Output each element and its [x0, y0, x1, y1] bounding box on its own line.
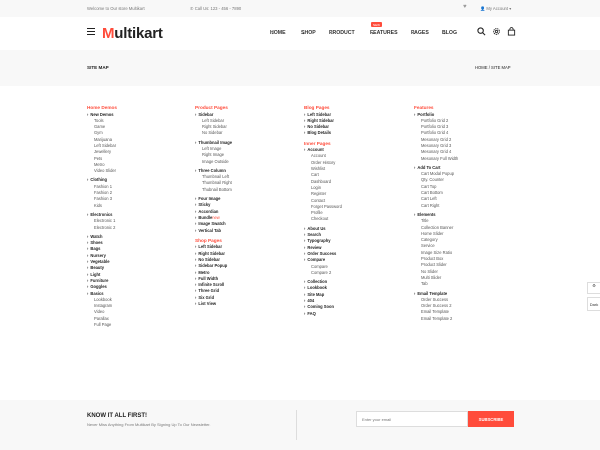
subscribe-button[interactable]: SUBSCRIBE: [468, 411, 514, 427]
phone-text: ✆ Call Us: 123 - 456 - 7890: [190, 6, 242, 11]
search-icon[interactable]: [476, 27, 486, 37]
sitemap-sublink[interactable]: Collection Banner: [414, 225, 458, 231]
breadcrumb: SITE MAP HOME / SITE MAP: [0, 50, 600, 86]
sitemap-link[interactable]: New Demos: [87, 112, 117, 118]
page-title: SITE MAP: [87, 65, 109, 70]
sitemap-column: Product PagesSidebarLeft SidebarRight Si…: [195, 104, 232, 310]
welcome-text: Welcome to Our store Multikart: [87, 6, 145, 11]
breadcrumb-path[interactable]: HOME / SITE MAP: [475, 65, 511, 70]
section-heading: Features: [414, 105, 434, 110]
logo[interactable]: Multikart: [102, 25, 163, 42]
section-heading: Home Demos: [87, 105, 117, 110]
new-badge: NEW: [371, 22, 382, 27]
dark-mode-toggle[interactable]: Dark: [587, 297, 600, 311]
section-heading: Product Pages: [195, 105, 228, 110]
divider: [296, 410, 297, 440]
newsletter-section: KNOW IT ALL FIRST! Never Miss Anything F…: [0, 400, 600, 450]
newsletter-subtitle: Never Miss Anything From Multikart By Si…: [87, 422, 211, 427]
sitemap-column: FeaturesPortfolioPortfolio Grid 2Portfol…: [414, 104, 458, 328]
section-heading: Blog Pages: [304, 105, 330, 110]
my-account-link[interactable]: 👤 My Account ▾: [480, 6, 511, 12]
section-heading: Inner Pages: [304, 140, 331, 146]
cart-icon[interactable]: [506, 27, 516, 37]
sitemap-sublink[interactable]: Mesonary Full Width: [414, 156, 458, 162]
settings-gear-icon[interactable]: [491, 27, 501, 37]
sitemap-column: Blog PagesLeft SidebarRight SidebarNo Si…: [304, 104, 342, 320]
section-heading: Shop Pages: [195, 237, 222, 243]
new-label: new: [212, 214, 220, 220]
menu-hamburger-icon[interactable]: [87, 28, 95, 36]
wishlist-heart-icon[interactable]: ♥: [463, 4, 467, 10]
newsletter-title: KNOW IT ALL FIRST!: [87, 413, 147, 419]
sitemap-sublink[interactable]: Email Template 2: [414, 316, 458, 322]
top-bar: Welcome to Our store Multikart ✆ Call Us…: [0, 0, 600, 17]
settings-side-icon[interactable]: ⚙: [587, 282, 600, 294]
main-header: Multikart NEW HOME ⌄ SHOP ⌄ PRODUCT ⌄ FEATU…: [0, 17, 600, 50]
sitemap-column: Home DemosNew DemosToolsGameGymMarijuana…: [87, 104, 117, 334]
email-input[interactable]: [356, 411, 468, 427]
